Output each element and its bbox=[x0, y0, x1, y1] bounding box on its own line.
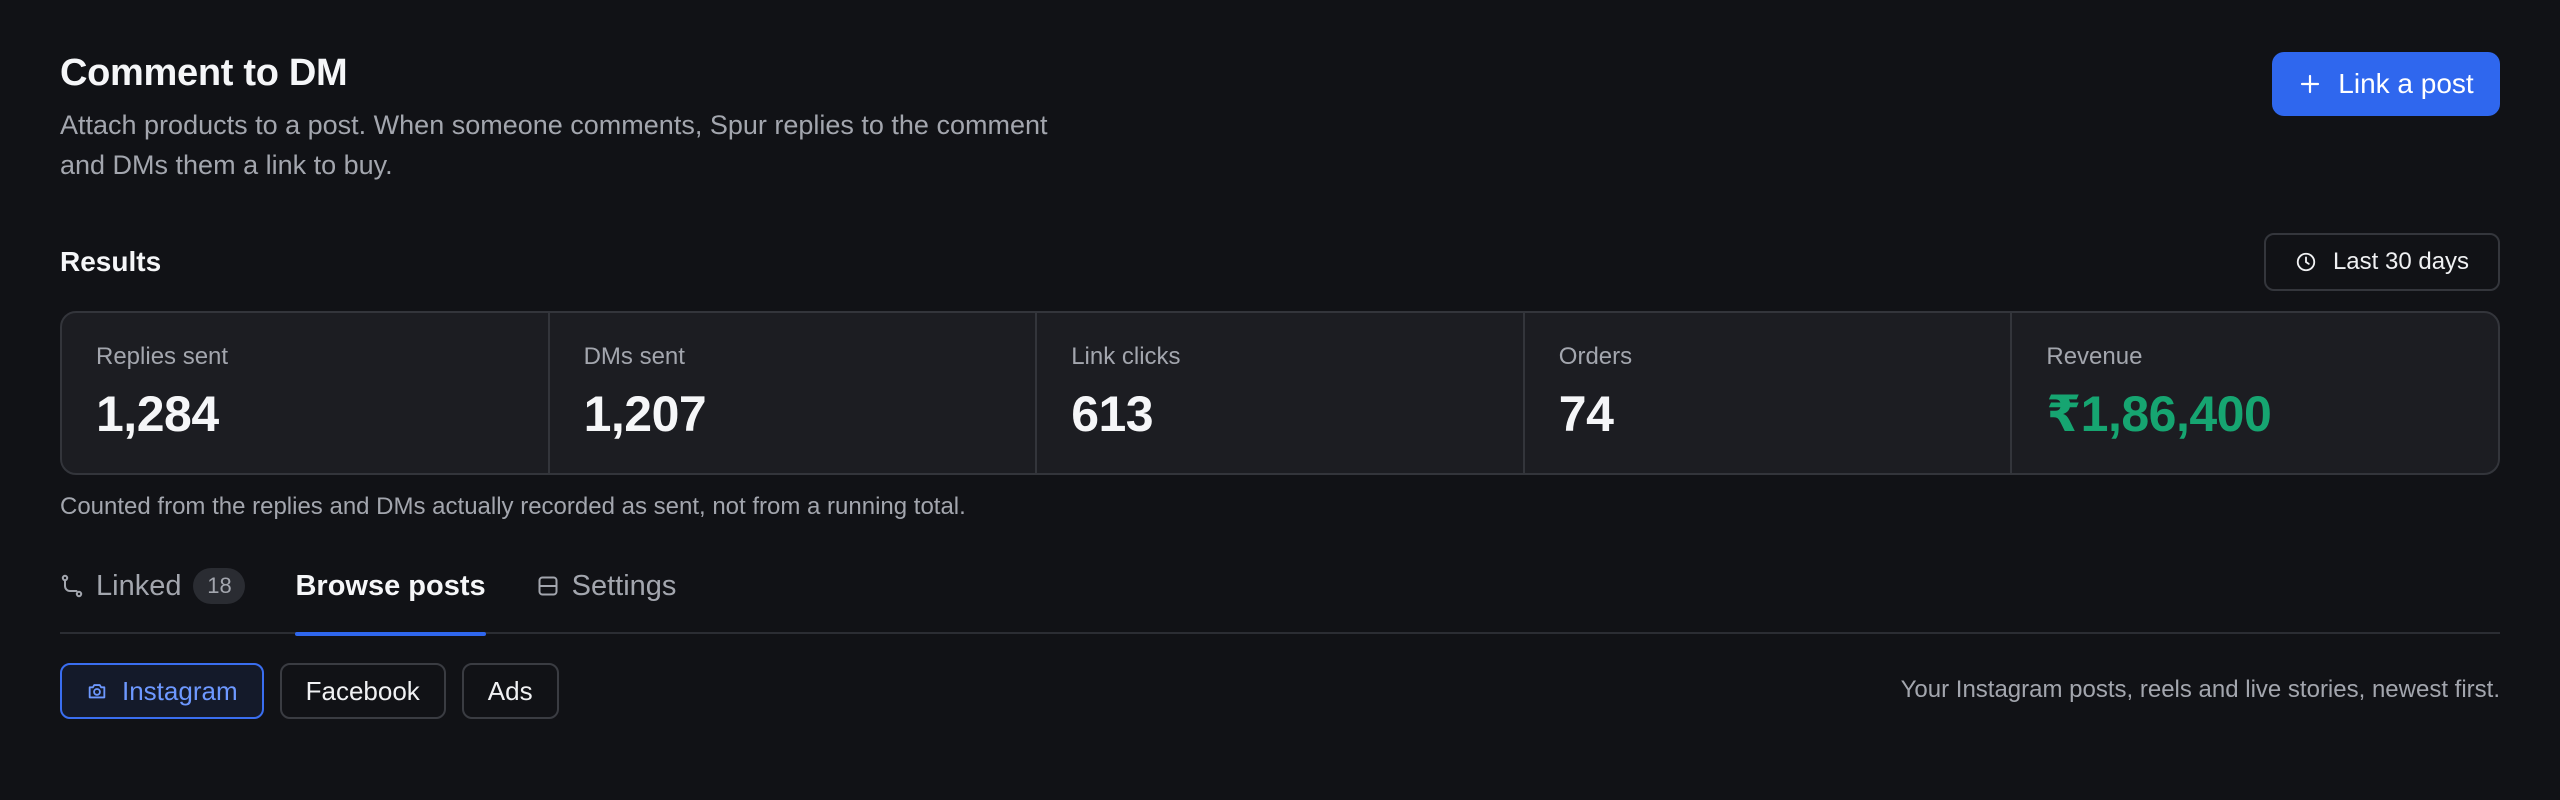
stat-value: ₹1,86,400 bbox=[2046, 386, 2272, 442]
flow-icon bbox=[61, 574, 83, 598]
clock-icon bbox=[2296, 252, 2316, 272]
camera-icon bbox=[88, 684, 106, 699]
tab-settings[interactable]: Settings bbox=[536, 560, 677, 634]
stats-card: Replies sent 1,284 DMs sent 1,207 Link c… bbox=[60, 311, 2500, 475]
filter-ads-label: Ads bbox=[487, 675, 533, 706]
filter-facebook-label: Facebook bbox=[305, 675, 420, 706]
page-title: Comment to DM bbox=[60, 52, 348, 94]
tab-bar: Linked 18 Browse posts Settings bbox=[60, 560, 2500, 636]
stat-label: DMs sent bbox=[583, 343, 685, 370]
stat-dms-sent: DMs sent 1,207 bbox=[550, 313, 1038, 473]
tab-linked[interactable]: Linked 18 bbox=[60, 560, 246, 634]
linked-count-badge: 18 bbox=[193, 568, 246, 604]
stat-label: Orders bbox=[1558, 343, 1633, 370]
plus-icon bbox=[2301, 74, 2320, 94]
page-subtitle: Attach products to a post. When someone … bbox=[60, 110, 1048, 180]
stat-link-clicks: Link clicks 613 bbox=[1037, 313, 1525, 473]
results-footnote: Counted from the replies and DMs actuall… bbox=[60, 493, 966, 520]
date-range-button[interactable]: Last 30 days bbox=[2264, 233, 2500, 291]
stat-orders: Orders 74 bbox=[1525, 313, 2013, 473]
stat-value: 1,284 bbox=[96, 386, 219, 442]
stat-label: Replies sent bbox=[96, 343, 229, 370]
filter-instagram-label: Instagram bbox=[122, 675, 238, 706]
stat-label: Revenue bbox=[2046, 343, 2143, 370]
filter-facebook[interactable]: Facebook bbox=[279, 663, 446, 719]
stat-revenue: Revenue ₹1,86,400 bbox=[2012, 313, 2498, 473]
link-a-post-button[interactable]: Link a post bbox=[2272, 52, 2500, 116]
date-range-label: Last 30 days bbox=[2332, 248, 2470, 275]
link-a-post-label: Link a post bbox=[2338, 68, 2474, 99]
stat-value: 74 bbox=[1558, 386, 1614, 442]
page-header: Comment to DM Attach products to a post.… bbox=[60, 52, 1160, 185]
tab-linked-label: Linked bbox=[96, 569, 182, 602]
stat-value: 613 bbox=[1071, 386, 1154, 442]
filter-ads[interactable]: Ads bbox=[461, 663, 559, 719]
source-filter-chips: Instagram Facebook Ads bbox=[60, 663, 559, 719]
results-heading: Results bbox=[60, 246, 162, 277]
stat-value: 1,207 bbox=[583, 386, 707, 442]
stat-replies-sent: Replies sent 1,284 bbox=[62, 313, 550, 473]
tab-settings-label: Settings bbox=[571, 569, 677, 602]
tab-browse-posts[interactable]: Browse posts bbox=[295, 560, 486, 636]
settings-panel-icon bbox=[538, 576, 558, 596]
filter-hint: Your Instagram posts, reels and live sto… bbox=[1900, 676, 2500, 703]
comment-to-dm-page: Comment to DM Attach products to a post.… bbox=[0, 0, 2560, 800]
filter-instagram[interactable]: Instagram bbox=[60, 663, 264, 719]
tab-browse-posts-label: Browse posts bbox=[295, 569, 486, 602]
stat-label: Link clicks bbox=[1071, 343, 1181, 370]
